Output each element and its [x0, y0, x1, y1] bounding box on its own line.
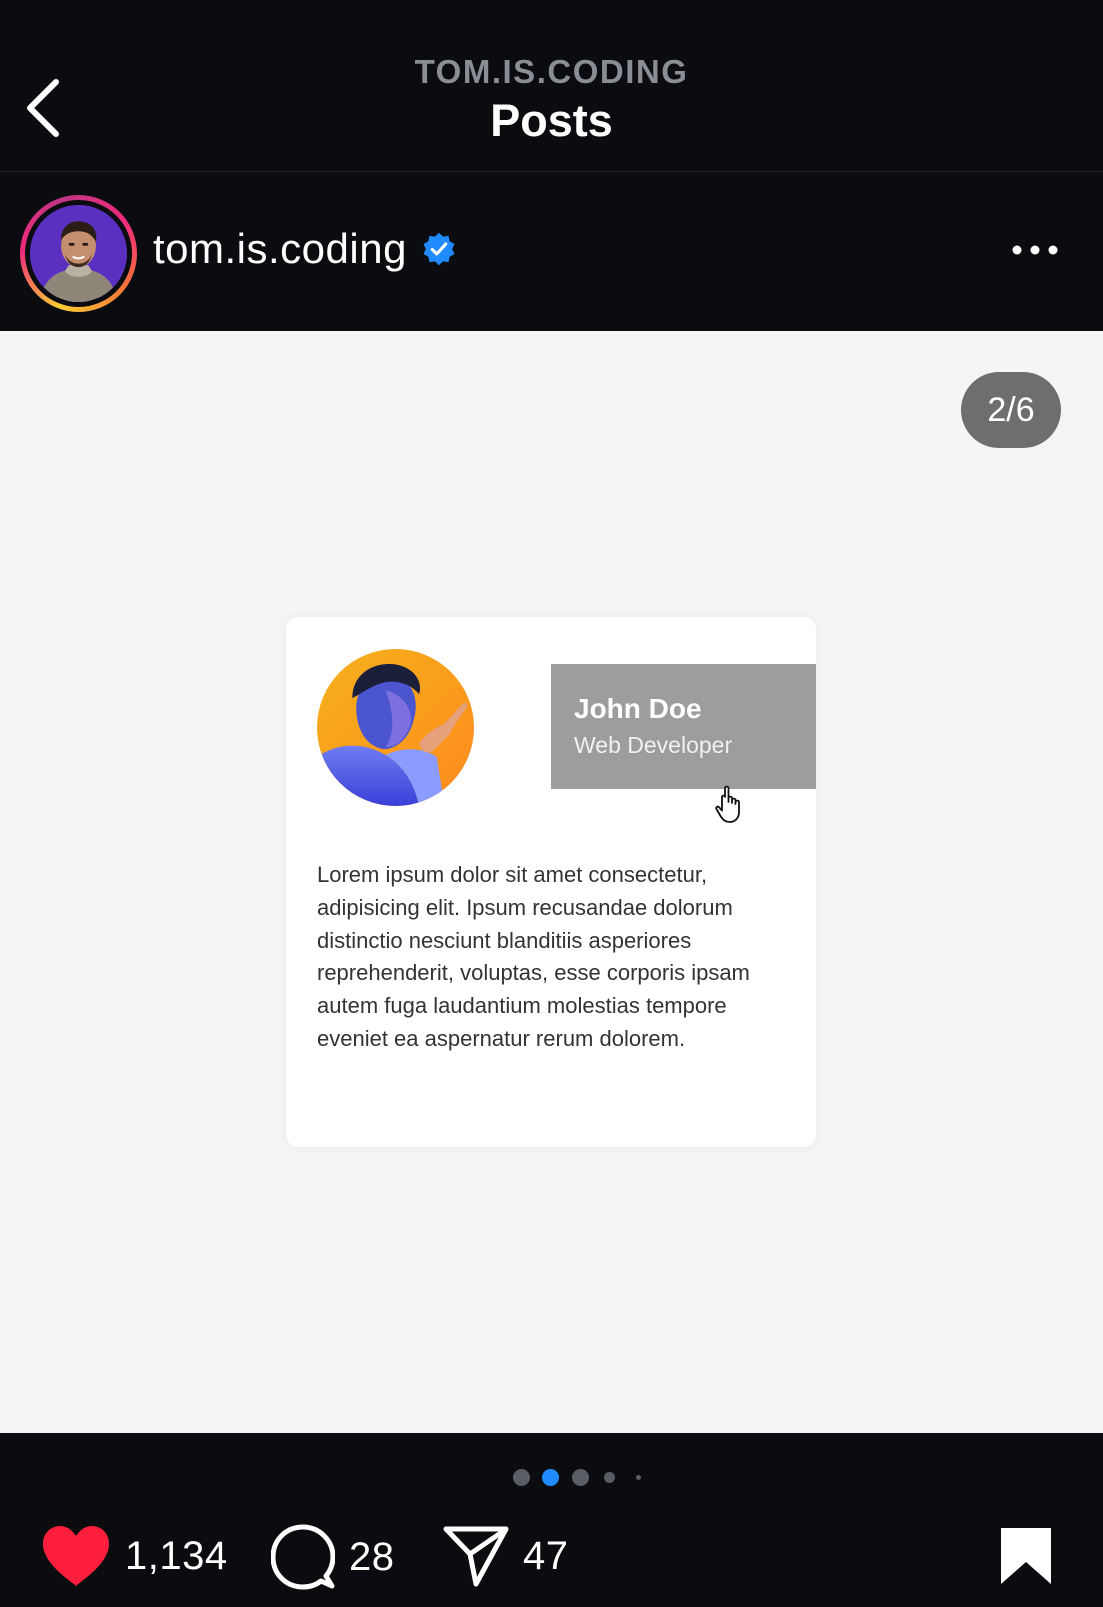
name-box[interactable]: John Doe Web Developer: [551, 664, 816, 789]
card-description: Lorem ipsum dolor sit amet consectetur, …: [317, 862, 750, 1051]
top-bar: TOM.IS.CODING Posts: [0, 0, 1103, 172]
comment-button[interactable]: 28: [271, 1524, 395, 1590]
person-photo-icon: [30, 205, 127, 302]
ellipsis-icon: [1012, 245, 1058, 255]
share-button[interactable]: 47: [443, 1524, 569, 1588]
carousel-dot: [572, 1469, 589, 1486]
carousel-dot: [636, 1475, 641, 1480]
post-media[interactable]: 2/6 John Doe Web Developer Lorem ipsum d…: [0, 331, 1103, 1433]
carousel-dot: [604, 1472, 615, 1483]
bookmark-icon: [1001, 1528, 1051, 1584]
shares-count: 47: [523, 1533, 569, 1578]
verified-badge-icon: [423, 232, 455, 266]
like-button[interactable]: 1,134: [41, 1524, 228, 1588]
post-header: tom.is.coding: [0, 173, 1103, 331]
send-icon: [443, 1526, 509, 1587]
heart-icon: [43, 1526, 109, 1586]
profile-card: John Doe Web Developer Lorem ipsum dolor…: [286, 617, 816, 1147]
likes-count: 1,134: [125, 1533, 228, 1578]
avatar-image: [30, 205, 127, 302]
card-photo: [317, 649, 474, 806]
comment-icon: [271, 1524, 335, 1590]
card-name: John Doe: [574, 693, 702, 724]
page-title: Posts: [490, 95, 613, 146]
app: TOM.IS.CODING Posts tom.is.coding 2/6 Jo…: [0, 0, 1103, 1607]
carousel-dot-active: [542, 1469, 559, 1486]
username[interactable]: tom.is.coding: [153, 225, 407, 273]
carousel-dot: [513, 1469, 530, 1486]
action-bar: 1,134 28 47: [0, 1520, 1103, 1594]
hand-pointer-icon: [715, 785, 740, 823]
card-role: Web Developer: [574, 732, 733, 758]
more-options-button[interactable]: [1009, 235, 1061, 265]
developer-photo-icon: [317, 649, 474, 806]
carousel-indicator: [0, 1466, 1103, 1490]
avatar[interactable]: [20, 195, 137, 312]
comments-count: 28: [349, 1534, 395, 1579]
header-titles: TOM.IS.CODING Posts: [0, 52, 1103, 148]
slide-counter: 2/6: [961, 372, 1061, 448]
account-label: TOM.IS.CODING: [414, 53, 689, 90]
username-row: tom.is.coding: [153, 225, 457, 273]
save-button[interactable]: [999, 1526, 1053, 1586]
